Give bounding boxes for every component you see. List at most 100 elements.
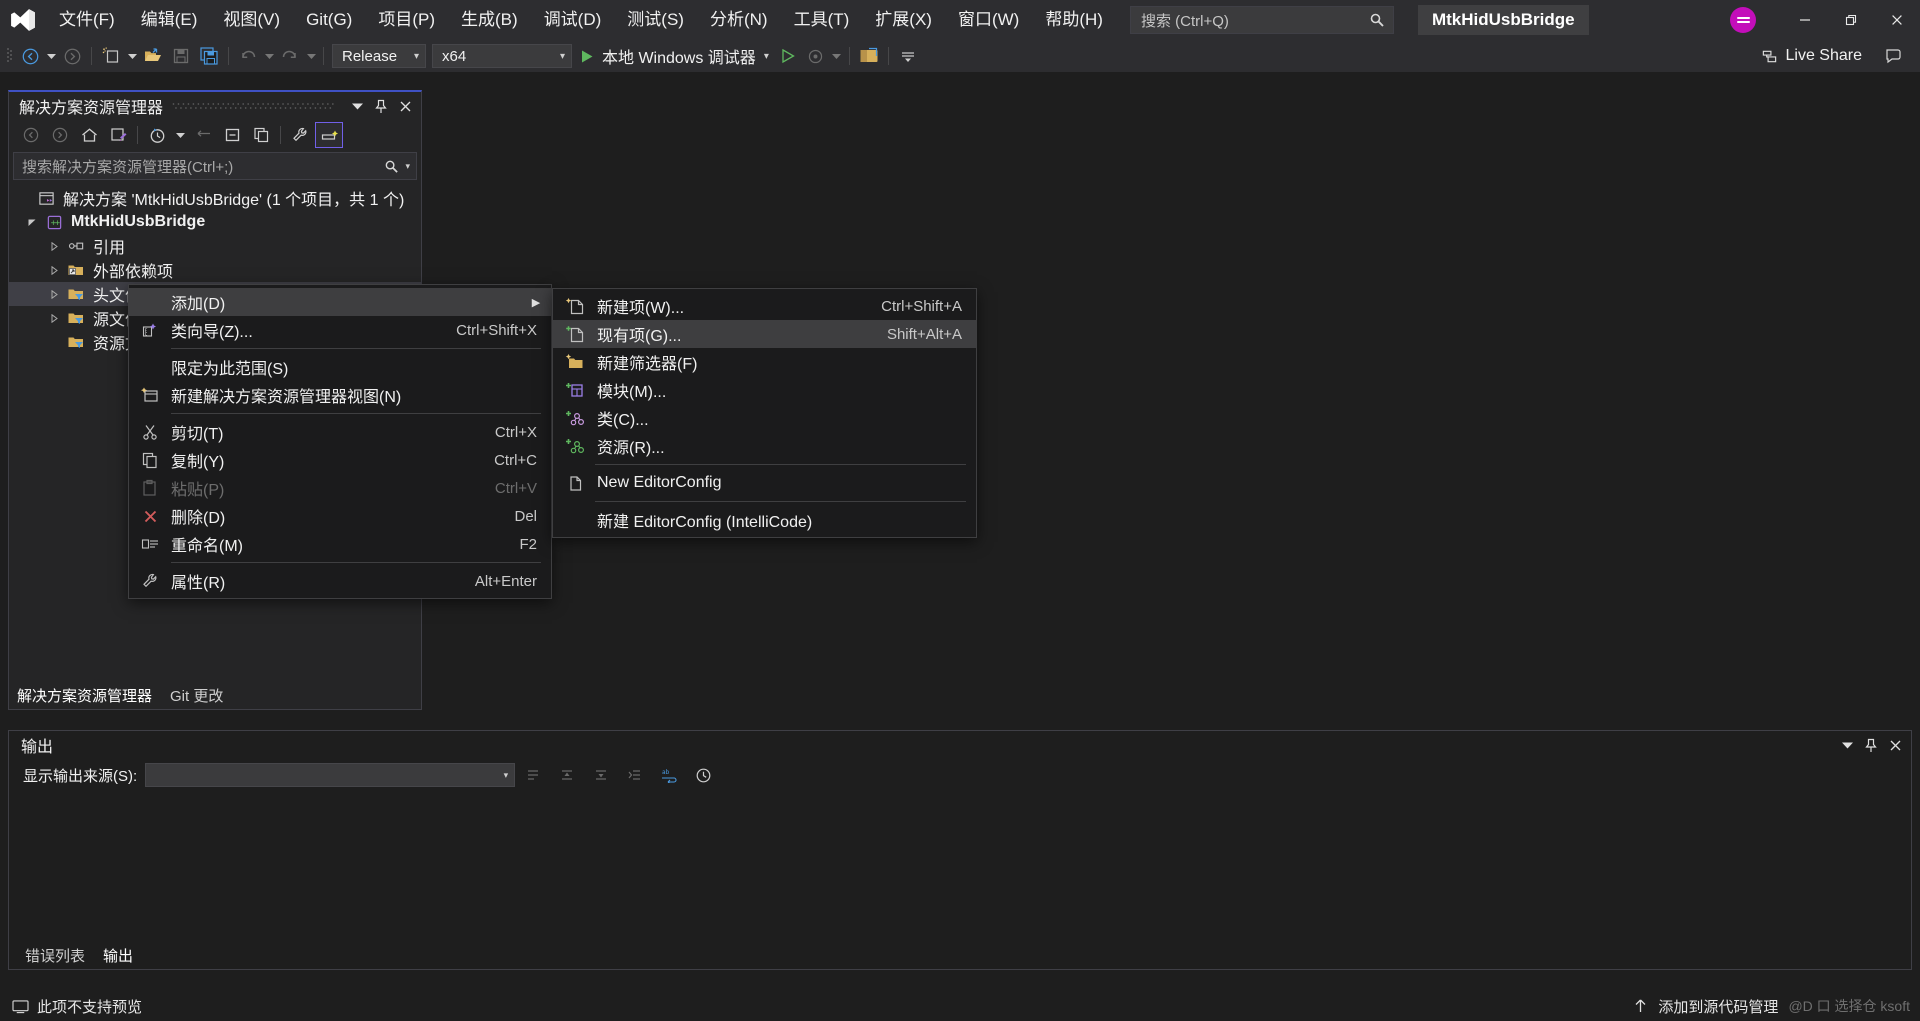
context-menu-item-copy[interactable]: 复制(Y) Ctrl+C [129,446,551,474]
undo-dropdown-icon[interactable] [262,43,276,69]
twisty-collapsed-icon[interactable] [43,313,65,323]
back-icon[interactable] [17,122,45,148]
twisty-collapsed-icon[interactable] [43,265,65,275]
show-timestamps-icon[interactable] [687,762,719,788]
tree-item-external-dependencies[interactable]: 外部依赖项 [9,258,421,282]
tree-item-solution[interactable]: 解决方案 'MtkHidUsbBridge' (1 个项目，共 1 个) [9,186,421,210]
go-to-next-message-icon[interactable] [585,762,617,788]
tab-solution-explorer[interactable]: 解决方案资源管理器 [17,685,152,706]
output-dropdown-icon[interactable] [1835,733,1859,757]
menu-git[interactable]: Git(G) [293,0,365,40]
sync-with-active-document-icon[interactable] [189,122,217,148]
menu-file[interactable]: 文件(F) [46,0,128,40]
pin-icon[interactable] [369,94,393,118]
active-project-chip[interactable]: MtkHidUsbBridge [1417,5,1589,35]
submenu-item-class[interactable]: 类(C)... [553,404,976,432]
submenu-item-resource[interactable]: 资源(R)... [553,432,976,460]
history-icon[interactable] [143,122,171,148]
context-menu-item-class-wizard[interactable]: F C 类向导(Z)... Ctrl+Shift+X [129,316,551,344]
solution-explorer-search-input[interactable]: 搜索解决方案资源管理器(Ctrl+;) ▾ [13,152,417,180]
window-layout-icon[interactable] [855,43,883,69]
home-icon[interactable] [75,122,103,148]
new-project-icon[interactable] [97,43,125,69]
panel-drag-handle[interactable] [171,101,337,111]
restore-icon[interactable] [1828,0,1874,40]
context-menu-item-scope-to-this[interactable]: 限定为此范围(S) [129,353,551,381]
menu-debug[interactable]: 调试(D) [531,0,615,40]
toolbar-grip[interactable] [6,46,16,66]
save-icon[interactable] [167,43,195,69]
close-icon[interactable] [1883,733,1907,757]
minimize-icon[interactable] [1782,0,1828,40]
menu-build[interactable]: 生成(B) [448,0,531,40]
open-file-icon[interactable] [139,43,167,69]
select-startup-item-icon[interactable] [802,43,830,69]
source-control-up-arrow-icon[interactable] [1633,998,1648,1014]
send-feedback-icon[interactable] [1884,46,1904,66]
close-icon[interactable] [393,94,417,118]
twisty-collapsed-icon[interactable] [43,241,65,251]
history-dropdown-icon[interactable] [172,122,188,148]
menu-test[interactable]: 测试(S) [614,0,697,40]
preview-selected-items-icon[interactable] [315,122,343,148]
start-without-debugging-icon[interactable] [774,43,802,69]
save-all-icon[interactable] [195,43,223,69]
navigate-back-icon[interactable] [16,43,44,69]
menu-view[interactable]: 视图(V) [210,0,293,40]
pin-icon[interactable] [1859,733,1883,757]
tree-item-references[interactable]: 引用 [9,234,421,258]
forward-icon[interactable] [46,122,74,148]
add-to-source-control-label[interactable]: 添加到源代码管理 [1658,996,1778,1017]
tab-output[interactable]: 输出 [103,945,133,966]
clear-all-icon[interactable] [619,762,651,788]
live-share-button[interactable]: Live Share [1761,40,1862,72]
context-menu-item-cut[interactable]: 剪切(T) Ctrl+X [129,418,551,446]
toggle-word-wrap-icon[interactable]: ab [653,762,685,788]
quick-search-input[interactable]: 搜索 (Ctrl+Q) [1129,6,1394,34]
show-all-files-icon[interactable] [247,122,275,148]
close-icon[interactable] [1874,0,1920,40]
properties-icon[interactable] [286,122,314,148]
menu-window[interactable]: 窗口(W) [945,0,1032,40]
chevron-down-icon[interactable]: ▾ [405,161,410,172]
toolbar-overflow-icon[interactable] [894,43,922,69]
menu-extensions[interactable]: 扩展(X) [862,0,945,40]
context-menu-item-add[interactable]: 添加(D) ▶ [129,288,551,316]
context-menu-item-delete[interactable]: 删除(D) Del [129,502,551,530]
select-startup-dropdown-icon[interactable] [830,43,844,69]
collapse-all-icon[interactable] [218,122,246,148]
context-menu-item-new-solution-explorer-view[interactable]: 新建解决方案资源管理器视图(N) [129,381,551,409]
redo-icon[interactable] [276,43,304,69]
solution-platform-combo[interactable]: x64 ▾ [432,44,572,68]
menu-edit[interactable]: 编辑(E) [128,0,211,40]
submenu-item-new-editorconfig-intellicode[interactable]: 新建 EditorConfig (IntelliCode) [553,506,976,534]
find-message-icon[interactable] [517,762,549,788]
menu-project[interactable]: 项目(P) [365,0,448,40]
menu-analyze[interactable]: 分析(N) [697,0,781,40]
tab-error-list[interactable]: 错误列表 [25,945,85,966]
menu-tools[interactable]: 工具(T) [781,0,863,40]
navigate-back-dropdown-icon[interactable] [44,43,58,69]
start-debugging-button[interactable]: 本地 Windows 调试器 ▾ [575,43,774,69]
submenu-item-new-editorconfig[interactable]: New EditorConfig [553,469,976,497]
twisty-collapsed-icon[interactable] [43,289,65,299]
submenu-item-new-filter[interactable]: 新建筛选器(F) [553,348,976,376]
context-menu-item-properties[interactable]: 属性(R) Alt+Enter [129,567,551,595]
submenu-item-module[interactable]: 模块(M)... [553,376,976,404]
twisty-expanded-icon[interactable] [21,218,43,227]
context-menu-item-rename[interactable]: 重命名(M) F2 [129,530,551,558]
undo-icon[interactable] [234,43,262,69]
output-text-area[interactable] [9,791,1911,941]
solution-configuration-combo[interactable]: Release ▾ [332,44,426,68]
submenu-item-existing-item[interactable]: 现有项(G)... Shift+Alt+A [553,320,976,348]
go-to-previous-message-icon[interactable] [551,762,583,788]
tree-item-project[interactable]: + + MtkHidUsbBridge [9,210,421,234]
output-source-combo[interactable]: ▾ [145,763,516,787]
solution-explorer-dropdown-icon[interactable] [345,94,369,118]
pending-changes-filter-icon[interactable] [104,122,132,148]
menu-help[interactable]: 帮助(H) [1032,0,1116,40]
submenu-item-new-item[interactable]: 新建项(W)... Ctrl+Shift+A [553,292,976,320]
redo-dropdown-icon[interactable] [304,43,318,69]
new-project-dropdown-icon[interactable] [125,43,139,69]
tab-git-changes[interactable]: Git 更改 [170,685,223,706]
